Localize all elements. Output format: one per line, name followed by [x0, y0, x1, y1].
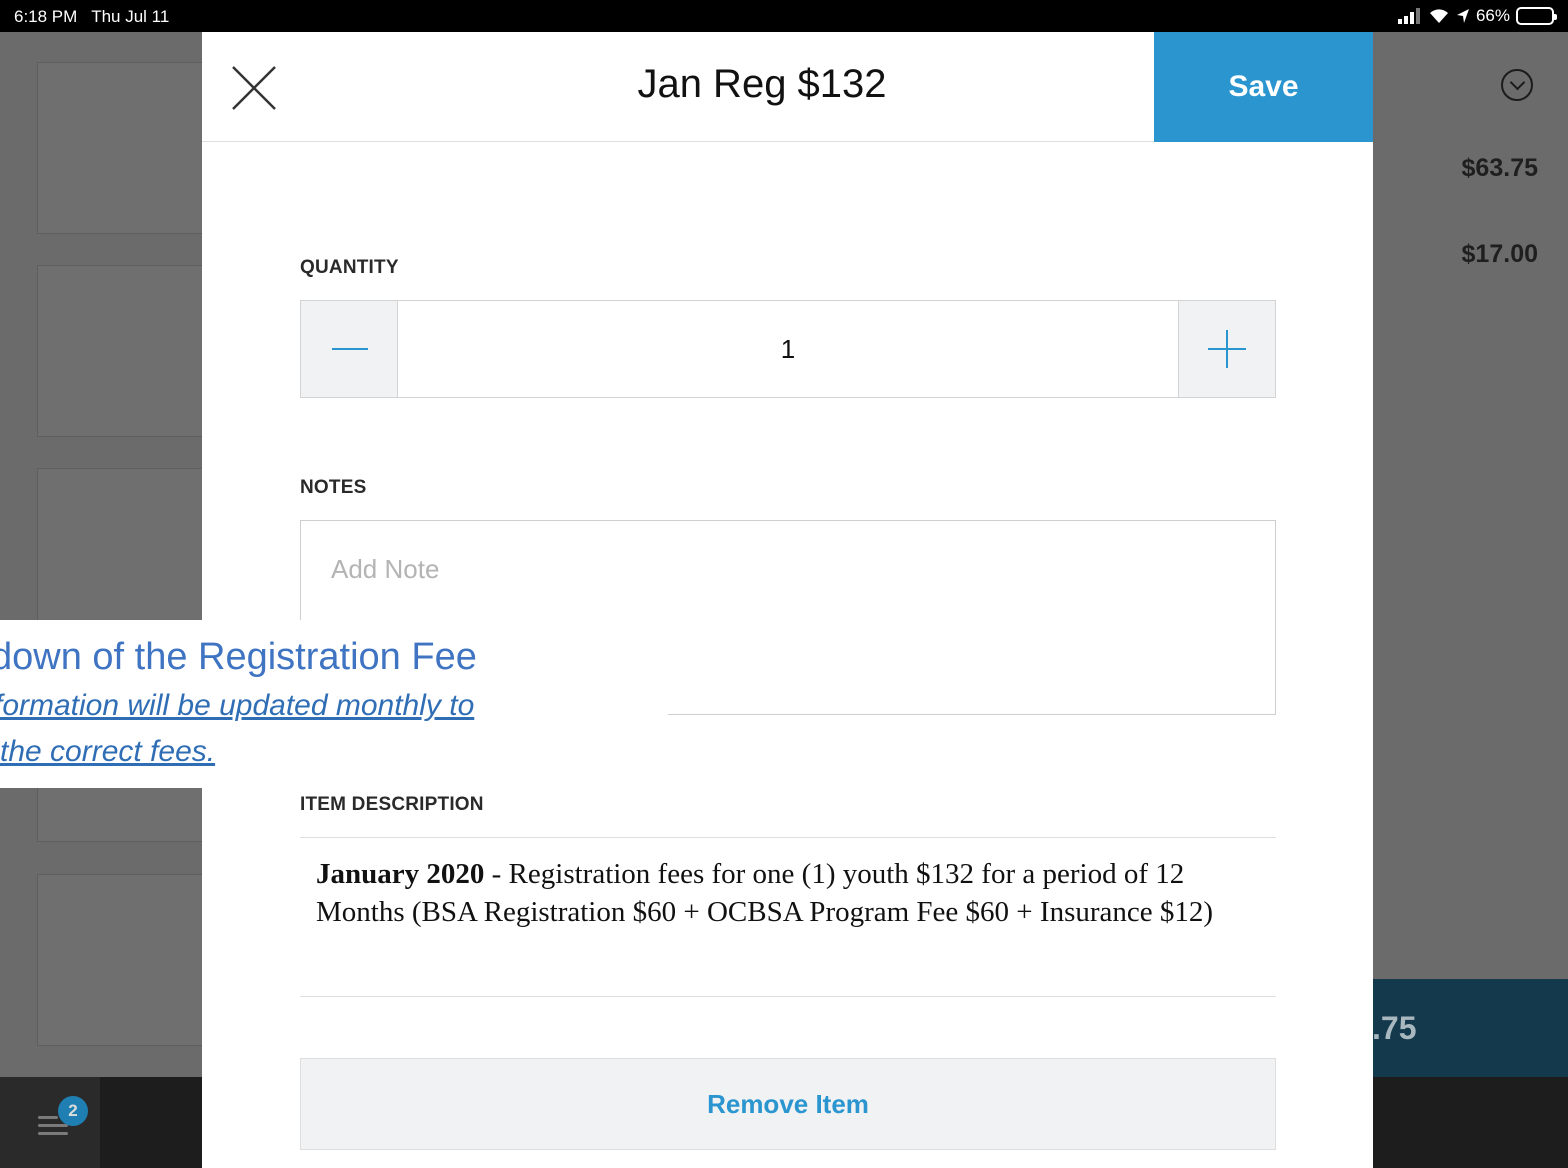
- annotation-line: formation will be updated monthly to: [0, 689, 475, 722]
- quantity-label: QUANTITY: [300, 257, 399, 278]
- background-card: [37, 468, 203, 640]
- save-button[interactable]: Save: [1154, 32, 1373, 142]
- background-price: $17.00: [1461, 240, 1538, 268]
- notes-placeholder: Add Note: [331, 554, 440, 584]
- item-description-month: January 2020: [316, 858, 485, 890]
- background-card: [37, 62, 203, 234]
- wifi-icon: [1429, 9, 1448, 23]
- status-clock: 6:18 PM: [14, 7, 78, 26]
- annotation-line: the correct fees.: [0, 735, 216, 768]
- status-time: 6:18 PM Thu Jul 11: [14, 7, 169, 27]
- status-date: Thu Jul 11: [91, 7, 170, 26]
- quantity-stepper: 1: [300, 300, 1276, 398]
- background-card: [37, 265, 203, 437]
- item-description-label: ITEM DESCRIPTION: [300, 794, 484, 815]
- location-arrow-icon: [1456, 9, 1469, 23]
- close-icon-glyph: [232, 66, 276, 110]
- modal-title: Jan Reg $132: [637, 62, 887, 106]
- increment-button[interactable]: [1178, 301, 1275, 397]
- cart-count-badge: 2: [58, 1096, 88, 1126]
- quantity-value[interactable]: 1: [398, 301, 1178, 397]
- divider: [300, 837, 1276, 838]
- background-charge-amount: .75: [1372, 1010, 1417, 1046]
- status-indicators: 66%: [1397, 6, 1557, 26]
- divider: [300, 996, 1276, 997]
- decrement-button[interactable]: [301, 301, 398, 397]
- battery-percent: 66%: [1475, 6, 1510, 25]
- item-description-text: January 2020 - Registration fees for one…: [316, 855, 1276, 931]
- annotation-title: kdown of the Registration Fee: [0, 636, 477, 678]
- battery-icon: [1516, 7, 1557, 25]
- status-bar: 6:18 PM Thu Jul 11 66%: [0, 0, 1568, 32]
- remove-item-button[interactable]: Remove Item: [300, 1058, 1276, 1150]
- chevron-down-icon[interactable]: [1501, 69, 1533, 101]
- modal-header: Jan Reg $132 Save: [202, 32, 1373, 142]
- close-icon[interactable]: [230, 64, 278, 112]
- signal-icon: [1397, 8, 1420, 24]
- edit-item-modal: Jan Reg $132 Save QUANTITY 1 NOTES Add N…: [202, 32, 1373, 1168]
- background-card: [37, 874, 203, 1046]
- background-price: $63.75: [1461, 154, 1538, 182]
- notes-label: NOTES: [300, 477, 367, 498]
